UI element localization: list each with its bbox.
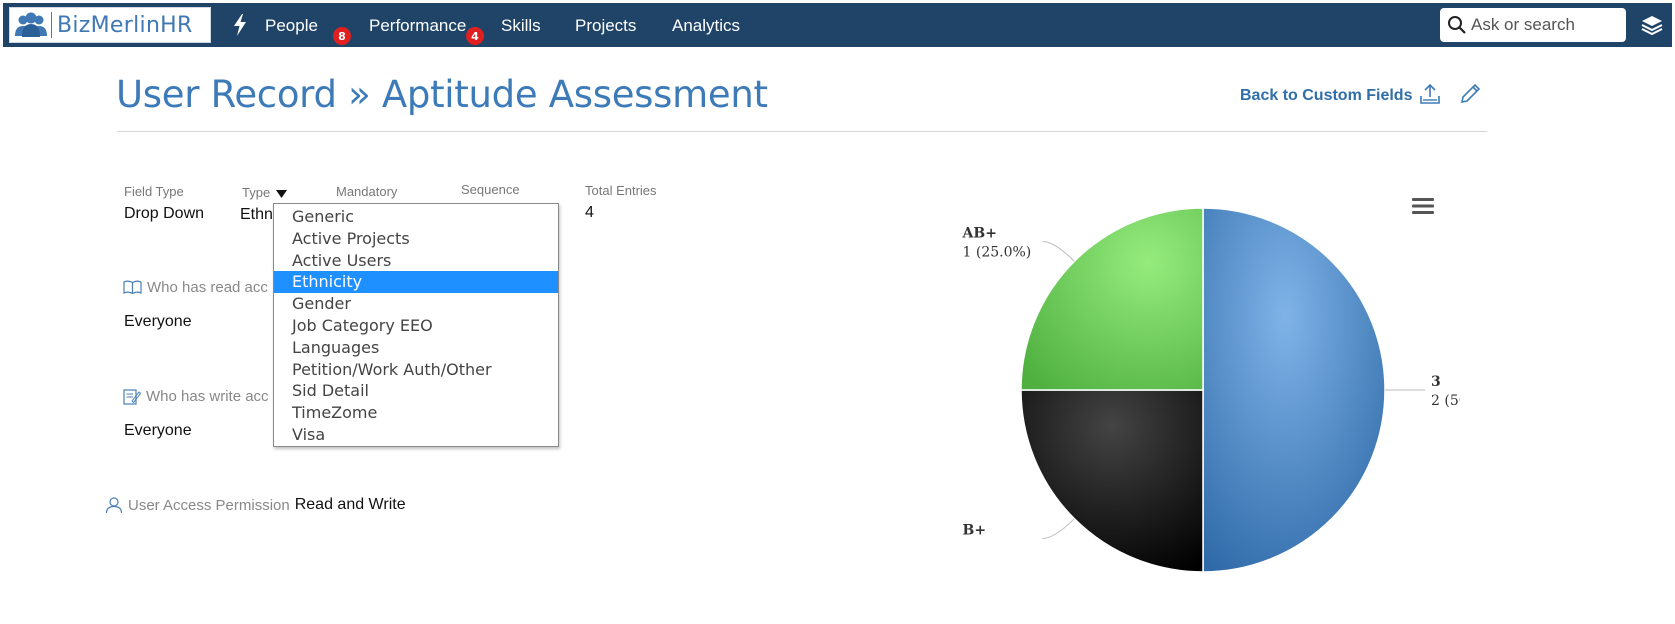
dropdown-option-timezome[interactable]: TimeZome	[274, 402, 558, 424]
lightning-bolt-icon[interactable]	[231, 13, 249, 37]
performance-notification-badge: 4	[466, 27, 484, 45]
user-access-row: User Access Permission Read and Write	[105, 496, 406, 514]
dropdown-option-visa[interactable]: Visa	[274, 424, 558, 446]
nav-skills[interactable]: Skills	[501, 16, 541, 36]
dropdown-option-generic[interactable]: Generic	[274, 206, 558, 228]
open-book-icon	[123, 280, 142, 295]
nav-projects[interactable]: Projects	[575, 16, 636, 36]
brand-name: BizMerlinHR	[57, 12, 193, 38]
nav-analytics[interactable]: Analytics	[672, 16, 740, 36]
brand-logo[interactable]: BizMerlinHR	[9, 7, 211, 43]
search-box[interactable]	[1440, 8, 1626, 42]
dropdown-option-ethnicity[interactable]: Ethnicity	[274, 271, 558, 294]
search-input[interactable]	[1471, 15, 1621, 35]
pie-label-value: 1 (25.0%)	[963, 245, 1032, 261]
header-divider	[117, 131, 1487, 132]
sequence-label: Sequence	[461, 182, 520, 197]
page-title: User Record » Aptitude Assessment	[116, 73, 768, 116]
export-upload-icon[interactable]	[1418, 82, 1442, 106]
user-access-value: Read and Write	[294, 496, 406, 513]
nav-people[interactable]: People	[265, 16, 318, 36]
search-icon	[1448, 16, 1466, 34]
write-access-label: Who has write acc	[146, 388, 269, 405]
caret-down-icon[interactable]	[276, 190, 287, 198]
top-navigation-bar: BizMerlinHR People 8 Performance 4 Skill…	[3, 3, 1672, 47]
logo-divider	[51, 12, 52, 38]
pie-slice-ab[interactable]	[1020, 207, 1204, 391]
pie-label-value: 2 (50.0%)	[1431, 393, 1460, 409]
dropdown-option-active-projects[interactable]: Active Projects	[274, 228, 558, 250]
pie-connector-line	[1042, 518, 1075, 539]
dropdown-option-gender[interactable]: Gender	[274, 293, 558, 315]
mandatory-label: Mandatory	[336, 184, 398, 199]
dropdown-option-job-category-eeo[interactable]: Job Category EEO	[274, 315, 558, 337]
people-notification-badge: 8	[333, 27, 351, 45]
read-access-value: Everyone	[124, 313, 192, 330]
edit-note-icon	[123, 389, 141, 405]
total-entries-value: 4	[585, 204, 594, 221]
dropdown-option-sid-detail[interactable]: Sid Detail	[274, 380, 558, 402]
write-access-value: Everyone	[124, 422, 192, 439]
dropdown-option-petition-work-auth[interactable]: Petition/Work Auth/Other	[274, 359, 558, 381]
type-value[interactable]: Ethn	[240, 206, 273, 224]
read-access-label: Who has read acc	[147, 279, 268, 296]
field-type-value: Drop Down	[124, 205, 205, 222]
pie-connector-line	[1042, 241, 1075, 262]
user-access-label: User Access Permission	[128, 496, 290, 514]
read-access-row: Who has read acc	[123, 279, 268, 296]
pie-label-name: 3	[1431, 374, 1441, 390]
pie-slice-3[interactable]	[1202, 207, 1386, 573]
edit-pencil-icon[interactable]	[1458, 82, 1482, 106]
pie-slice-b[interactable]	[1020, 389, 1204, 573]
type-label: Type	[242, 185, 271, 200]
people-group-icon	[15, 12, 47, 37]
back-to-custom-fields-link[interactable]: Back to Custom Fields	[1240, 87, 1412, 105]
nav-performance[interactable]: Performance	[369, 16, 466, 36]
pie-label-name: B+	[963, 522, 987, 538]
type-dropdown-list[interactable]: Generic Active Projects Active Users Eth…	[273, 203, 559, 447]
field-type-label: Field Type	[124, 184, 184, 199]
user-icon	[105, 497, 123, 514]
pie-label-name: AB+	[962, 226, 997, 242]
layers-icon[interactable]	[1640, 14, 1664, 36]
write-access-row: Who has write acc	[123, 388, 269, 405]
dropdown-option-active-users[interactable]: Active Users	[274, 250, 558, 272]
total-entries-label: Total Entries	[585, 183, 657, 198]
dropdown-option-languages[interactable]: Languages	[274, 337, 558, 359]
pie-chart: 3 2 (50.0%) B+ AB+ 1 (25.0%)	[962, 207, 1460, 573]
